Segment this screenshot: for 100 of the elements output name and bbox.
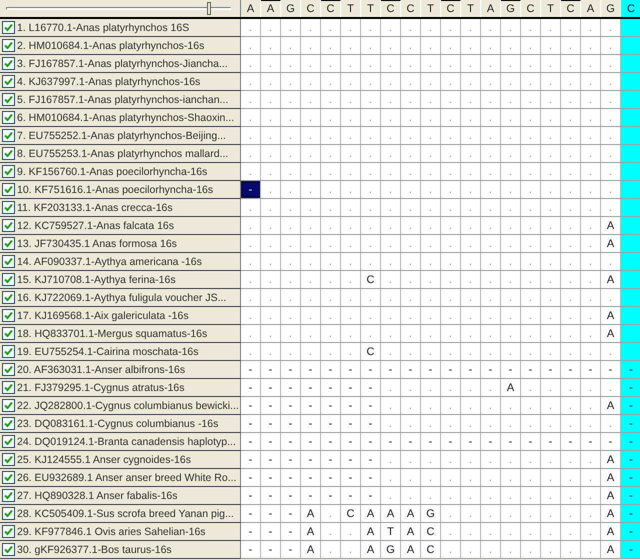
highlighted-cell[interactable] [621, 19, 640, 36]
base-cell[interactable]: . [541, 91, 561, 108]
base-cell[interactable]: . [561, 19, 581, 36]
base-cell[interactable]: . [301, 307, 321, 324]
base-cell[interactable]: A [381, 505, 401, 522]
highlighted-cell[interactable] [621, 289, 640, 306]
base-cell[interactable]: . [541, 55, 561, 72]
base-cell[interactable]: . [521, 307, 541, 324]
highlighted-cell[interactable] [621, 109, 640, 126]
base-cell[interactable]: . [541, 127, 561, 144]
base-cell[interactable]: . [301, 199, 321, 216]
base-cell[interactable]: . [361, 109, 381, 126]
base-cell[interactable]: - [401, 433, 421, 450]
base-cell[interactable]: . [501, 73, 521, 90]
highlighted-cell[interactable]: - [621, 541, 640, 558]
base-cell[interactable]: . [581, 523, 601, 540]
base-cell[interactable]: . [461, 469, 481, 486]
highlighted-cell[interactable] [621, 343, 640, 360]
base-cell[interactable]: . [541, 523, 561, 540]
base-cell[interactable]: . [581, 145, 601, 162]
base-cell[interactable]: . [501, 199, 521, 216]
base-cell[interactable]: . [561, 109, 581, 126]
base-cell[interactable]: . [501, 487, 521, 504]
base-cell[interactable]: . [261, 289, 281, 306]
base-cell[interactable]: - [261, 379, 281, 396]
base-cell[interactable]: - [261, 469, 281, 486]
base-cell[interactable]: . [441, 307, 461, 324]
base-cell[interactable]: . [441, 145, 461, 162]
base-cell[interactable]: . [481, 199, 501, 216]
base-cell[interactable]: . [561, 271, 581, 288]
base-cell[interactable]: . [381, 181, 401, 198]
base-cell[interactable]: . [441, 271, 461, 288]
base-cell[interactable]: . [521, 379, 541, 396]
base-cell[interactable]: . [421, 19, 441, 36]
base-cell[interactable]: . [601, 415, 621, 432]
base-cell[interactable]: . [561, 217, 581, 234]
base-cell[interactable]: . [401, 307, 421, 324]
base-cell[interactable]: . [441, 199, 461, 216]
base-cell[interactable]: - [321, 469, 341, 486]
sequence-name[interactable]: 10. KF751616.1-Anas poecilorhyncha-16s [17, 184, 214, 196]
base-cell[interactable]: . [241, 253, 261, 270]
base-cell[interactable]: . [241, 37, 261, 54]
base-cell[interactable]: . [581, 163, 601, 180]
base-cell[interactable]: . [461, 199, 481, 216]
base-cell[interactable]: . [521, 37, 541, 54]
base-cell[interactable]: . [581, 55, 601, 72]
base-cell[interactable]: . [421, 217, 441, 234]
base-cell[interactable]: . [381, 379, 401, 396]
base-cell[interactable]: A [361, 523, 381, 540]
base-cell[interactable]: . [441, 235, 461, 252]
base-cell[interactable]: . [401, 271, 421, 288]
base-cell[interactable]: . [581, 415, 601, 432]
base-cell[interactable]: - [441, 361, 461, 378]
base-cell[interactable]: A [601, 469, 621, 486]
base-cell[interactable]: . [381, 163, 401, 180]
checkbox[interactable] [2, 201, 15, 214]
base-cell[interactable]: A [501, 379, 521, 396]
base-cell[interactable]: . [321, 127, 341, 144]
base-cell[interactable]: . [301, 109, 321, 126]
base-cell[interactable]: . [461, 307, 481, 324]
base-cell[interactable]: . [241, 55, 261, 72]
base-cell[interactable]: . [501, 451, 521, 468]
sequence-name[interactable]: 1. L16770.1-Anas platyrhynchos 16S [17, 22, 190, 34]
base-cell[interactable]: . [301, 163, 321, 180]
base-cell[interactable]: . [441, 91, 461, 108]
base-cell[interactable]: . [241, 235, 261, 252]
base-cell[interactable]: C [361, 343, 381, 360]
sequence-name[interactable]: 11. KF203133.1-Anas crecca-16s [17, 202, 173, 214]
base-cell[interactable]: . [481, 379, 501, 396]
highlighted-cell[interactable] [621, 127, 640, 144]
base-cell[interactable]: . [281, 199, 301, 216]
base-cell[interactable]: - [241, 397, 261, 414]
base-cell[interactable]: . [561, 505, 581, 522]
base-cell[interactable]: . [301, 91, 321, 108]
base-cell[interactable]: - [581, 433, 601, 450]
base-cell[interactable]: . [281, 181, 301, 198]
base-cell[interactable]: . [521, 181, 541, 198]
base-cell[interactable]: C [341, 505, 361, 522]
base-cell[interactable]: . [521, 127, 541, 144]
base-cell[interactable]: . [401, 109, 421, 126]
sequence-name[interactable]: 7. EU755252.1-Anas platyrhynchos-Beijing... [17, 130, 226, 142]
base-cell[interactable]: A [601, 307, 621, 324]
base-cell[interactable]: . [501, 271, 521, 288]
base-cell[interactable]: . [421, 451, 441, 468]
sequence-name[interactable]: 23. DQ083161.1-Cygnus columbianus -16s [17, 418, 218, 430]
base-cell[interactable]: . [481, 181, 501, 198]
base-cell[interactable]: . [421, 109, 441, 126]
base-cell[interactable]: . [501, 217, 521, 234]
base-cell[interactable]: - [281, 541, 301, 558]
checkbox[interactable] [2, 489, 15, 502]
base-cell[interactable]: - [601, 433, 621, 450]
base-cell[interactable]: - [421, 433, 441, 450]
base-cell[interactable]: . [341, 217, 361, 234]
base-cell[interactable]: . [421, 379, 441, 396]
base-cell[interactable]: . [461, 19, 481, 36]
base-cell[interactable]: . [341, 145, 361, 162]
base-cell[interactable]: . [481, 451, 501, 468]
base-cell[interactable]: . [281, 343, 301, 360]
base-cell[interactable]: . [521, 451, 541, 468]
base-cell[interactable]: . [561, 397, 581, 414]
